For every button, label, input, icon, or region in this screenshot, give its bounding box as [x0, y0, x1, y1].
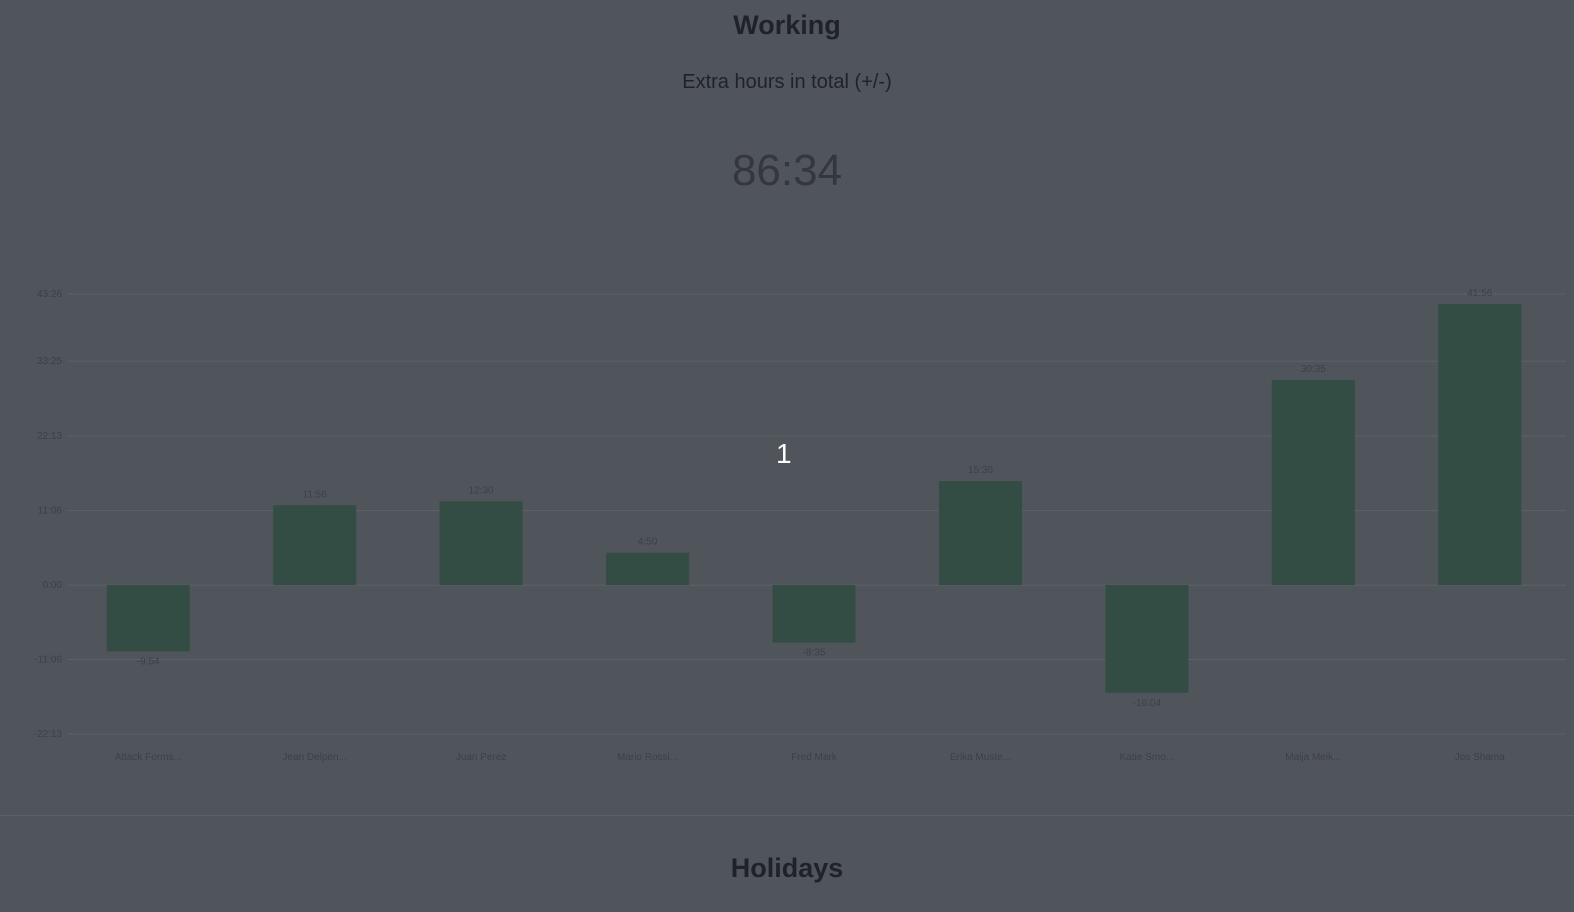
data-label: -16:04 [1133, 698, 1162, 709]
x-category-label: Attack Forms... [115, 752, 182, 763]
x-category-label: Katie Smo... [1120, 752, 1174, 763]
data-label: 30:35 [1301, 364, 1326, 375]
overlay-number: 1 [776, 438, 792, 469]
bar [606, 552, 690, 586]
x-axis: Attack Forms... Jean Delpen... Juan Perez M… [115, 752, 1506, 763]
section-title-holidays: Holidays [730, 853, 844, 883]
x-category-label: Juan Perez [456, 752, 507, 763]
x-category-label: Maija Meik... [1285, 752, 1341, 763]
data-label: 12:30 [469, 485, 494, 496]
bar [1271, 380, 1355, 586]
bar [1105, 585, 1189, 693]
y-tick-label: -11:06 [34, 654, 62, 665]
bar [273, 505, 357, 586]
y-tick-label: 43:26 [37, 289, 62, 300]
y-tick-label: -22:13 [34, 729, 63, 740]
page: Working Extra hours in total (+/-) 86:34… [0, 0, 1574, 912]
data-label: -9:54 [137, 656, 160, 667]
bar [106, 585, 190, 652]
bar [772, 585, 856, 643]
data-label: 4:50 [638, 537, 658, 548]
x-category-label: Erika Muste... [950, 752, 1011, 763]
data-label: -8:35 [803, 648, 826, 659]
extra-hours-bar-chart: 43:26 33:25 22:13 11:06 0:00 -11:06 -22:13 -9:… [34, 288, 1566, 763]
data-label: 15:30 [968, 465, 993, 476]
bar [439, 501, 523, 586]
data-label: 11:56 [303, 489, 328, 500]
x-category-label: Jos Shama [1455, 752, 1505, 763]
y-axis: 43:26 33:25 22:13 11:06 0:00 -11:06 -22:13 [34, 289, 63, 740]
x-category-label: Fred Mark [791, 752, 838, 763]
y-tick-label: 11:06 [38, 506, 63, 517]
bar [1438, 304, 1522, 586]
data-label: 41:56 [1467, 288, 1492, 299]
x-category-label: Jean Delpen... [282, 752, 347, 763]
y-tick-label: 22:13 [37, 431, 62, 442]
section-divider [0, 815, 1574, 816]
x-category-label: Mario Rossi... [617, 752, 678, 763]
bar [938, 481, 1022, 586]
y-tick-label: 33:25 [37, 356, 62, 367]
y-tick-label: 0:00 [43, 580, 63, 591]
